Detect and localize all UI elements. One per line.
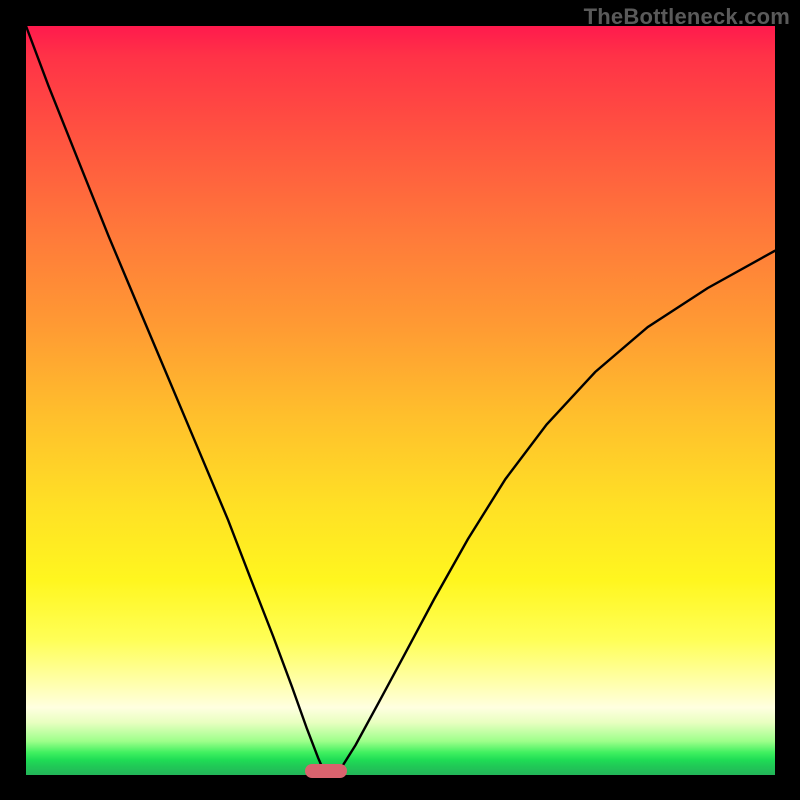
chart-frame: TheBottleneck.com [0, 0, 800, 800]
optimal-marker [305, 764, 347, 778]
plot-area [26, 26, 775, 775]
bottleneck-curve [26, 26, 775, 775]
curve-left-branch [26, 26, 326, 775]
curve-right-branch [337, 251, 775, 775]
